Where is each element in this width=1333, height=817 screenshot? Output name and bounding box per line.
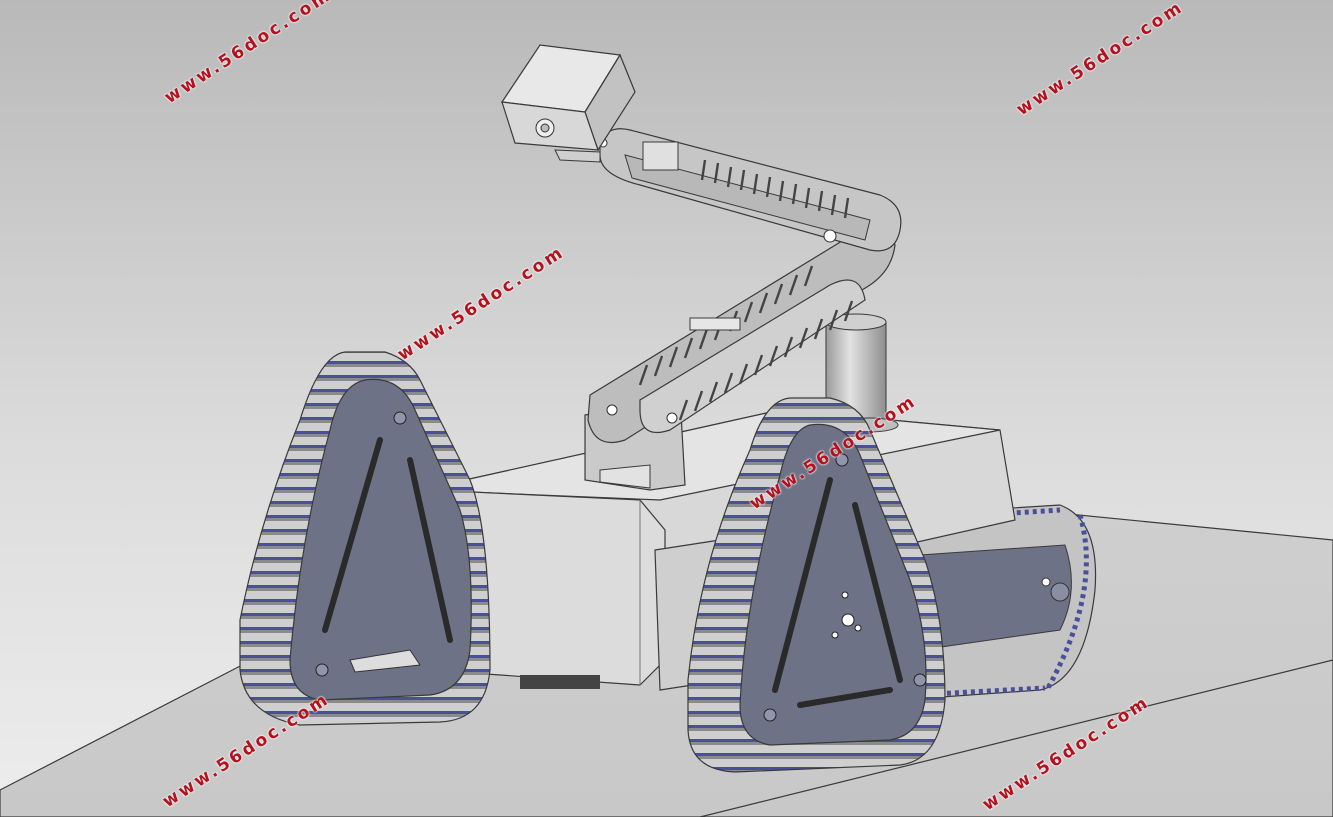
cad-viewport: www.56doc.com www.56doc.com www.56doc.co… bbox=[0, 0, 1333, 817]
robot-model-drawing bbox=[0, 0, 1333, 817]
